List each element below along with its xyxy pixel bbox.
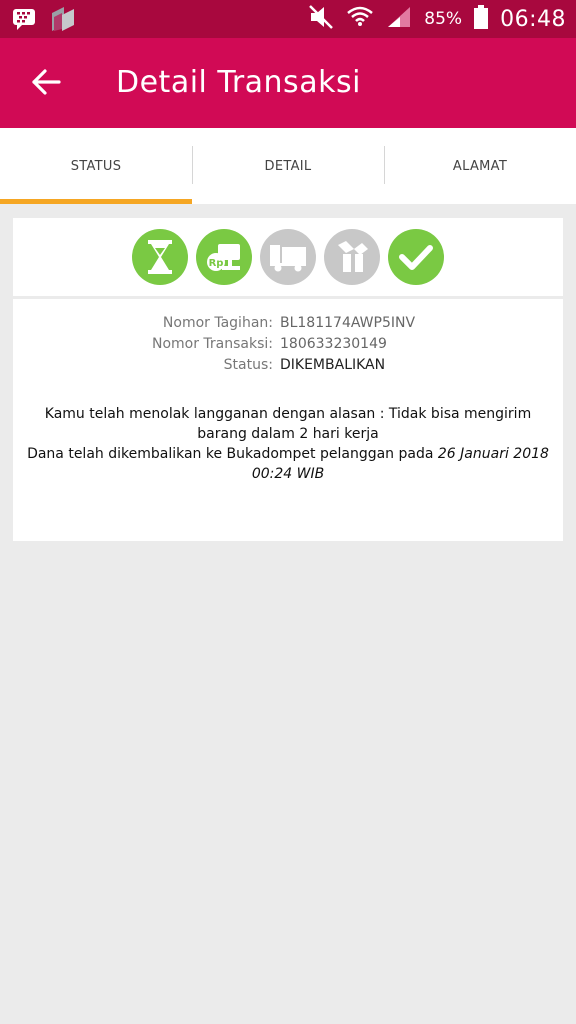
arrow-back-icon: [32, 69, 61, 95]
status-bar: 85% 06:48: [0, 0, 576, 38]
step-waiting: [132, 229, 188, 285]
bbm-notification-icon: [12, 8, 36, 34]
invoice-label: Nomor Tagihan:: [162, 315, 273, 331]
transaction-progress: Rp: [13, 218, 563, 296]
mute-icon: [308, 5, 334, 33]
tab-bar: STATUS DETAIL ALAMAT: [0, 128, 576, 204]
package-icon: [338, 241, 368, 272]
step-received: [324, 229, 380, 285]
app-bar: Detail Transaksi: [0, 38, 576, 128]
status-value: DIKEMBALIKAN: [280, 357, 386, 373]
rejection-message: Kamu telah menolak langganan dengan alas…: [44, 406, 532, 442]
invoice-number: BL181174AWP5INV: [280, 315, 416, 331]
transaction-number: 180633230149: [280, 336, 387, 352]
tab-alamat[interactable]: ALAMAT: [384, 128, 576, 204]
transaction-row: Nomor Transaksi: 180633230149: [13, 336, 563, 358]
payment-icon: Rp: [207, 244, 240, 271]
transaction-label: Nomor Transaksi:: [151, 336, 273, 352]
tab-status[interactable]: STATUS: [0, 128, 192, 204]
refund-message-text: Dana telah dikembalikan ke Bukadompet pe…: [27, 446, 438, 462]
invoice-row: Nomor Tagihan: BL181174AWP5INV: [13, 315, 563, 337]
wifi-icon: [346, 4, 374, 34]
signal-icon: [386, 5, 412, 33]
battery-icon: [474, 5, 489, 33]
step-payment: Rp: [196, 229, 252, 285]
status-label: Status:: [223, 357, 273, 373]
battery-percentage: 85%: [424, 9, 463, 29]
clock: 06:48: [500, 6, 566, 32]
truck-icon: [270, 245, 306, 272]
step-complete: [388, 229, 444, 285]
back-button[interactable]: [24, 60, 68, 104]
page-title: Detail Transaksi: [116, 65, 361, 100]
step-shipping: [260, 229, 316, 285]
transaction-detail-card: Nomor Tagihan: BL181174AWP5INV Nomor Tra…: [13, 299, 563, 541]
refund-message: Dana telah dikembalikan ke Bukadompet pe…: [21, 444, 555, 484]
status-row: Status: DIKEMBALIKAN: [13, 357, 563, 379]
hourglass-icon: [148, 240, 172, 274]
app-notification-icon: [50, 7, 76, 35]
svg-text:Rp: Rp: [209, 258, 224, 269]
tab-detail[interactable]: DETAIL: [192, 128, 384, 204]
checkmark-icon: [399, 245, 433, 270]
